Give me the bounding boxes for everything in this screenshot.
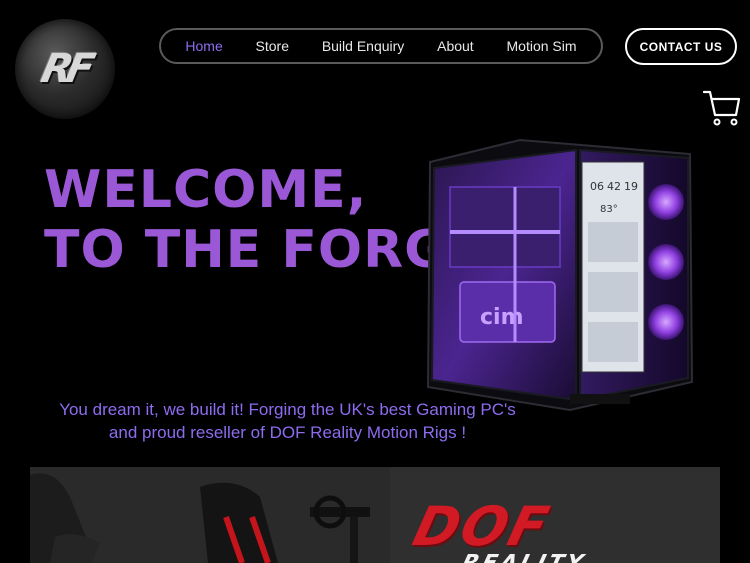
contact-us-button[interactable]: CONTACT US xyxy=(625,28,737,65)
cart-icon-graphic xyxy=(702,90,741,126)
nav-item-home[interactable]: Home xyxy=(185,38,222,54)
pc-temp: 83° xyxy=(600,204,618,215)
banner-scene xyxy=(30,467,720,563)
logo-monogram: RF xyxy=(37,46,93,92)
pc-time-seconds: 19 xyxy=(624,180,638,193)
dof-brand-logo: DOF xyxy=(407,495,557,558)
main-nav: Home Store Build Enquiry About Motion Si… xyxy=(159,28,603,64)
dof-brand-subtitle: REALITY xyxy=(459,551,588,563)
tagline-line1: You dream it, we build it! Forging the U… xyxy=(59,400,516,419)
nav-item-build-enquiry[interactable]: Build Enquiry xyxy=(322,38,405,54)
svg-text:cim: cim xyxy=(480,305,524,330)
pc-time-minutes: 42 xyxy=(607,180,621,193)
pc-time-hours: 06 xyxy=(590,180,604,193)
cart-icon[interactable] xyxy=(702,89,741,127)
nav-item-store[interactable]: Store xyxy=(256,38,289,54)
site-logo[interactable]: RF xyxy=(15,19,115,119)
nav-item-about[interactable]: About xyxy=(437,38,474,54)
gaming-pc-image: cim 06 42 19 83° xyxy=(420,132,700,414)
nav-item-motion-sim[interactable]: Motion Sim xyxy=(507,38,577,54)
dof-reality-banner: DOF REALITY xyxy=(30,467,720,563)
tagline: You dream it, we build it! Forging the U… xyxy=(30,398,545,444)
tagline-line2: and proud reseller of DOF Reality Motion… xyxy=(108,423,467,442)
